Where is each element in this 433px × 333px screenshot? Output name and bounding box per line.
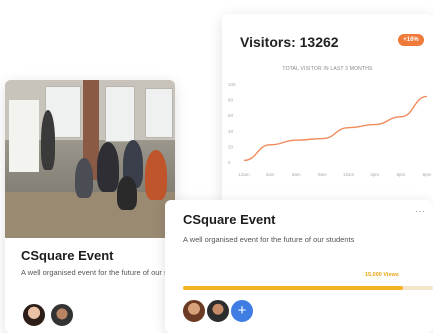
views-progress-bar <box>183 286 433 290</box>
x-tick-label: 3am <box>266 172 275 177</box>
views-progress-fill <box>183 286 403 290</box>
x-tick-label: 6am <box>292 172 301 177</box>
y-tick-label: 0 <box>228 160 231 165</box>
x-tick-label: 12am <box>238 172 250 177</box>
visitors-card: Visitors: 13262 +16% TOTAL VISITOR IN LA… <box>222 14 433 224</box>
y-tick-label: 40 <box>228 129 234 134</box>
y-tick-label: 60 <box>228 113 234 118</box>
event-card-detail[interactable]: CSquare Event ··· A well organised event… <box>165 200 433 333</box>
event-title: CSquare Event <box>183 212 276 227</box>
visitors-change-badge: +16% <box>398 34 424 46</box>
views-count: 15,000 Views <box>365 272 399 278</box>
event-photo <box>5 80 175 238</box>
attendee-avatar[interactable] <box>49 302 75 328</box>
x-tick-label: 9am <box>318 172 327 177</box>
y-tick-label: 20 <box>228 144 234 149</box>
attendee-avatar[interactable] <box>21 302 47 328</box>
x-tick-label: 6pm <box>396 172 405 177</box>
attendee-avatar[interactable] <box>181 298 207 324</box>
attendee-avatar[interactable] <box>205 298 231 324</box>
y-tick-label: 80 <box>228 98 234 103</box>
event-card[interactable]: CSquare Event A well organised event for… <box>5 80 175 333</box>
visitors-title: Visitors: 13262 <box>240 34 339 50</box>
x-tick-label: 9pm <box>423 172 432 177</box>
chart-subtitle: TOTAL VISITOR IN LAST 3 MONTHS <box>282 66 373 72</box>
visitors-series-line <box>243 95 428 162</box>
x-tick-label: 3pm <box>370 172 379 177</box>
event-description: A well organised event for the future of… <box>21 268 171 277</box>
more-menu-icon[interactable]: ··· <box>415 206 425 217</box>
event-title: CSquare Event <box>21 248 114 263</box>
event-description: A well organised event for the future of… <box>183 235 355 244</box>
x-tick-label: 12am <box>343 172 355 177</box>
visitors-line-chart: 100 80 60 40 20 0 12am 3am 6am 9am 12am 3pm 6pm 9pm <box>228 82 432 177</box>
add-attendee-button[interactable]: + <box>229 298 255 324</box>
y-tick-label: 100 <box>228 82 236 87</box>
